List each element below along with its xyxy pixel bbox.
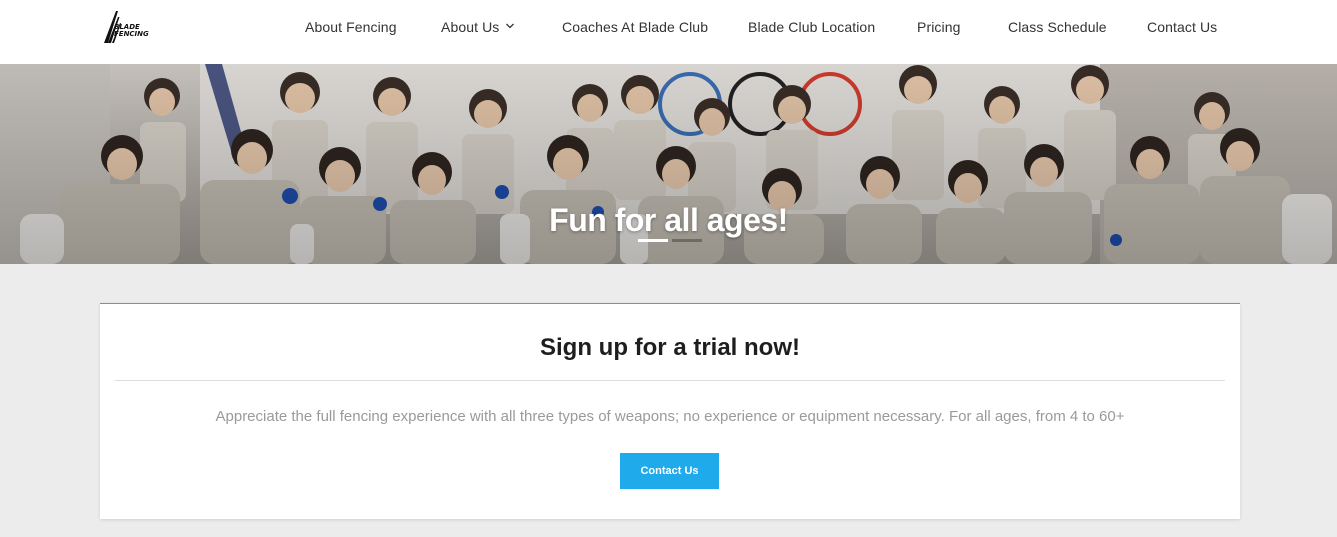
contact-us-button[interactable]: Contact Us — [620, 453, 719, 489]
main-nav: About Fencing About Us Coaches At Blade … — [0, 0, 1337, 56]
nav-item-about-fencing[interactable]: About Fencing — [305, 19, 397, 35]
site-header: BLADE FENCING About Fencing About Us Coa… — [0, 0, 1337, 64]
nav-item-pricing[interactable]: Pricing — [917, 19, 961, 35]
hero-slider[interactable]: Fun for all ages! — [0, 64, 1337, 264]
nav-item-about-us[interactable]: About Us — [441, 19, 515, 35]
signup-title: Sign up for a trial now! — [540, 334, 800, 361]
nav-item-location[interactable]: Blade Club Location — [748, 19, 875, 35]
slider-dot-2[interactable] — [672, 239, 702, 242]
signup-divider — [115, 380, 1225, 381]
slider-pagination — [638, 239, 704, 242]
signup-description: Appreciate the full fencing experience w… — [215, 408, 1125, 425]
nav-item-contact-us[interactable]: Contact Us — [1147, 19, 1217, 35]
nav-item-coaches[interactable]: Coaches At Blade Club — [562, 19, 708, 35]
nav-item-class-schedule[interactable]: Class Schedule — [1008, 19, 1107, 35]
nav-item-about-us-label: About Us — [441, 19, 500, 35]
signup-card: Sign up for a trial now! Appreciate the … — [100, 303, 1240, 519]
chevron-down-icon — [506, 23, 515, 29]
hero-title: Fun for all ages! — [549, 202, 788, 238]
slider-dot-1[interactable] — [638, 239, 668, 242]
